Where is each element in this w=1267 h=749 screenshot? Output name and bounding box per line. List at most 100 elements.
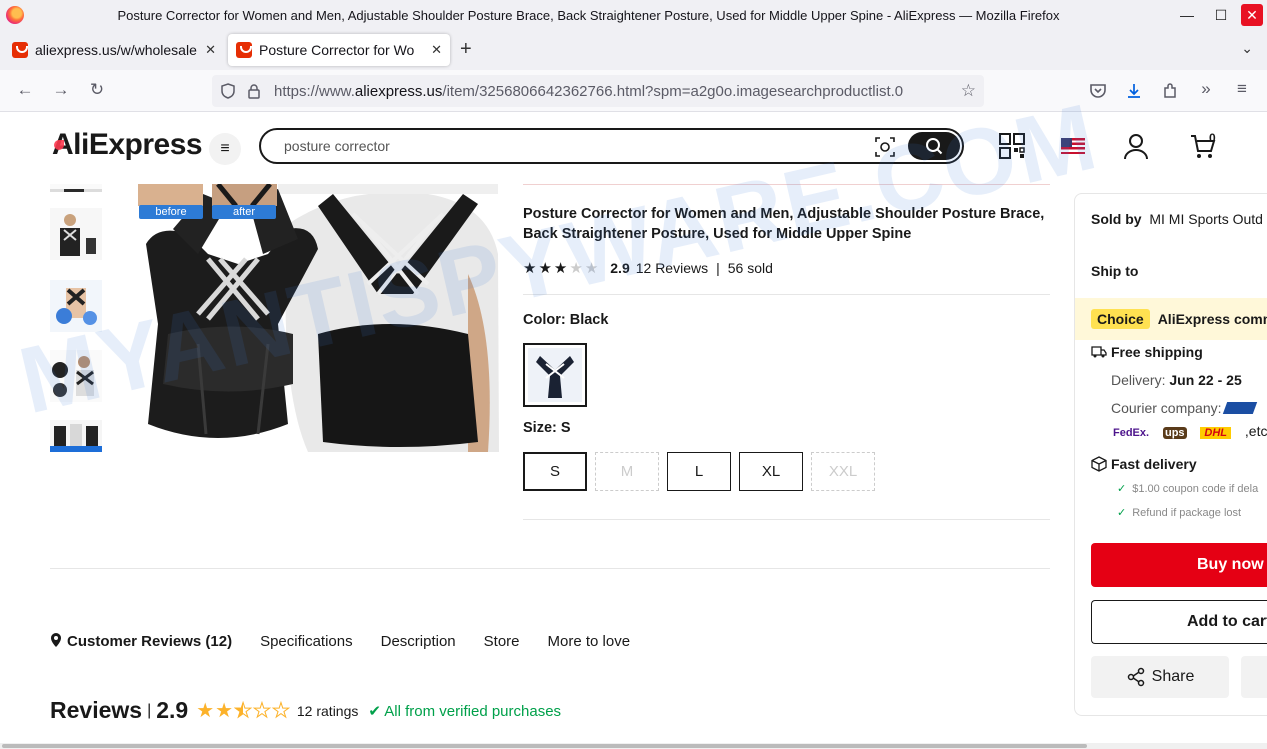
minimize-button[interactable]: — [1176, 4, 1198, 26]
size-label: Size: S [523, 420, 571, 436]
gallery-thumbnail[interactable] [50, 280, 102, 332]
close-tab-icon[interactable]: ✕ [431, 42, 442, 58]
tracking-shield-icon[interactable] [220, 83, 236, 99]
url-bar[interactable]: https://www.aliexpress.us/item/325680664… [212, 75, 984, 107]
tab-more-to-love[interactable]: More to love [548, 633, 631, 650]
star-icon: ★ [538, 260, 552, 277]
gallery-thumbnail[interactable] [50, 184, 102, 192]
account-icon[interactable] [1122, 132, 1150, 160]
divider [523, 184, 1050, 185]
size-option-xxl: XXL [811, 452, 875, 491]
extensions-icon[interactable] [1161, 82, 1179, 100]
title-bar: Posture Corrector for Women and Men, Adj… [0, 0, 1267, 30]
gallery-thumbnail[interactable] [50, 350, 102, 402]
us-flag-icon[interactable] [1061, 138, 1085, 154]
tab-specifications[interactable]: Specifications [260, 633, 353, 650]
color-option-black[interactable] [523, 343, 587, 407]
product-main-image[interactable] [128, 184, 499, 452]
tab-customer-reviews[interactable]: Customer Reviews (12) [50, 633, 232, 650]
qr-code-icon[interactable] [998, 132, 1026, 160]
before-label: before [139, 205, 203, 219]
window-title: Posture Corrector for Women and Men, Adj… [117, 8, 1060, 23]
close-tab-icon[interactable]: ✕ [205, 42, 216, 58]
downloads-icon[interactable] [1125, 82, 1143, 100]
wishlist-button[interactable] [1241, 656, 1267, 698]
rating-value: 2.9 [610, 260, 630, 276]
search-button[interactable] [908, 132, 960, 160]
share-label: Share [1151, 668, 1195, 685]
bookmark-star-icon[interactable]: ☆ [961, 81, 976, 101]
tab-label: aliexpress.us/w/wholesale [35, 42, 197, 58]
section-divider [50, 568, 1050, 569]
star-icon: ★ [569, 260, 583, 277]
tab-store[interactable]: Store [484, 633, 520, 650]
category-menu-button[interactable]: ≡ [209, 133, 241, 165]
reviews-score: 2.9 [156, 697, 189, 723]
truck-icon [1091, 346, 1107, 358]
star-icon: ★ [523, 260, 537, 277]
forward-button[interactable]: → [50, 80, 72, 100]
gallery-thumbnail[interactable] [50, 420, 102, 452]
scrollbar-thumb[interactable] [2, 744, 1087, 748]
search-input[interactable] [284, 138, 854, 154]
ship-to-label[interactable]: Ship to [1091, 263, 1138, 279]
search-bar [259, 128, 964, 164]
tab-description[interactable]: Description [381, 633, 456, 650]
verified-purchases: ✔ All from verified purchases [368, 702, 561, 720]
star-icon: ★ [584, 260, 599, 277]
image-search-icon[interactable] [874, 136, 896, 158]
color-label: Color: Black [523, 312, 608, 328]
reviews-link[interactable]: 12 Reviews [636, 260, 708, 276]
size-option-l[interactable]: L [667, 452, 731, 491]
refund-guarantee: ✓ Refund if package lost [1117, 506, 1241, 519]
delivery-date: Jun 22 - 25 [1169, 372, 1242, 388]
tab-wholesale[interactable]: aliexpress.us/w/wholesale ✕ [4, 34, 224, 66]
size-option-xl[interactable]: XL [739, 452, 803, 491]
pocket-icon[interactable] [1089, 82, 1107, 100]
reload-button[interactable]: ↻ [86, 80, 108, 100]
add-to-cart-button[interactable]: Add to cart [1091, 600, 1267, 644]
aliexpress-favicon-icon [12, 42, 28, 58]
store-name-link[interactable]: MI MI Sports Outd [1149, 211, 1263, 227]
reviews-title: Reviews [50, 697, 143, 723]
aliexpress-logo[interactable]: AliExpress [52, 128, 203, 162]
tab-bar: aliexpress.us/w/wholesale ✕ Posture Corr… [0, 30, 1267, 70]
firefox-icon [6, 6, 24, 24]
checkmark-icon: ✔ [368, 702, 381, 720]
lock-icon[interactable] [246, 83, 262, 99]
close-window-button[interactable]: ✕ [1241, 4, 1263, 26]
size-option-s[interactable]: S [523, 452, 587, 491]
tab-label: Posture Corrector for Wo [259, 42, 415, 58]
maximize-button[interactable]: ☐ [1210, 4, 1232, 26]
tab-product[interactable]: Posture Corrector for Wo ✕ [228, 34, 450, 66]
fedex-logo: FedEx. [1113, 427, 1150, 439]
url-text[interactable]: https://www.aliexpress.us/item/325680664… [274, 83, 954, 100]
list-all-tabs-button[interactable]: ⌄ [1241, 40, 1253, 57]
package-icon [1091, 456, 1107, 472]
share-button[interactable]: Share [1091, 656, 1229, 698]
search-icon [926, 138, 943, 155]
refund-text: Refund if package lost [1132, 507, 1242, 519]
cart-count-badge: 0 [1209, 131, 1216, 145]
app-menu-icon[interactable]: ≡ [1231, 79, 1253, 99]
logo-text: liExpress [73, 128, 203, 161]
back-button[interactable]: ← [14, 80, 36, 100]
size-value: S [560, 420, 571, 436]
url-domain: aliexpress.us [354, 82, 443, 100]
more-tools-icon[interactable]: » [1195, 79, 1217, 99]
divider [523, 294, 1050, 295]
horizontal-scrollbar[interactable] [0, 743, 1267, 749]
choice-text: AliExpress comm [1157, 311, 1267, 327]
check-icon: ✓ [1117, 507, 1127, 519]
size-option-m: M [595, 452, 659, 491]
choice-banner: Choice AliExpress comm [1075, 298, 1267, 340]
check-icon: ✓ [1117, 483, 1127, 495]
fast-delivery-label: Fast delivery [1111, 456, 1197, 472]
star-icon: ★ [196, 700, 215, 722]
new-tab-button[interactable]: + [460, 38, 472, 61]
gallery-thumbnail[interactable] [50, 208, 102, 260]
verified-text: All from verified purchases [384, 702, 562, 720]
buy-now-button[interactable]: Buy now [1091, 543, 1267, 587]
tab-customer-reviews-label: Customer Reviews (12) [67, 633, 233, 650]
ratings-count: 12 ratings [296, 702, 359, 719]
